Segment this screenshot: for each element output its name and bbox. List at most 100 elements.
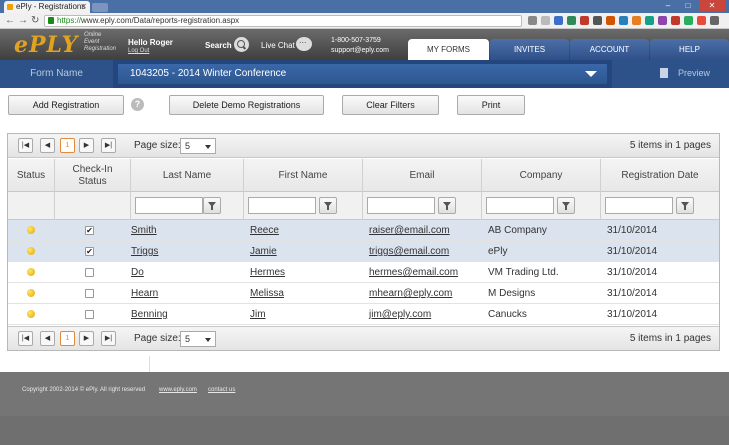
table-row[interactable]: Do Hermes hermes@email.com VM Trading Lt… <box>8 262 719 283</box>
tab-close-icon[interactable]: ✕ <box>80 1 87 13</box>
contact-link[interactable]: contact us <box>208 387 235 393</box>
filter-input-registration-date[interactable] <box>605 197 673 214</box>
close-window-icon[interactable]: ✕ <box>699 0 725 11</box>
last-name-link[interactable]: Smith <box>131 225 157 236</box>
column-header-last-name[interactable]: Last Name <box>131 159 244 192</box>
filter-icon[interactable] <box>319 197 337 214</box>
filter-input-company[interactable] <box>486 197 554 214</box>
extension-icon[interactable] <box>554 16 563 25</box>
page-number[interactable]: 1 <box>60 331 75 346</box>
email-link[interactable]: mhearn@eply.com <box>369 288 452 299</box>
table-row[interactable]: Hearn Melissa mhearn@eply.com M Designs … <box>8 283 719 304</box>
browser-tab[interactable]: ePly - Registrations ✕ <box>4 1 90 13</box>
menu-icon[interactable] <box>710 16 719 25</box>
form-select[interactable]: 1043205 - 2014 Winter Conference <box>118 64 607 84</box>
last-name-link[interactable]: Triggs <box>131 246 158 257</box>
column-header-registration-date[interactable]: Registration Date <box>601 159 719 192</box>
filter-input-first-name[interactable] <box>248 197 316 214</box>
delete-demo-button[interactable]: Delete Demo Registrations <box>169 95 324 115</box>
table-row[interactable]: ✔ Triggs Jamie triggs@email.com ePly 31/… <box>8 241 719 262</box>
clear-filters-button[interactable]: Clear Filters <box>342 95 439 115</box>
chat-icon[interactable] <box>296 35 312 51</box>
back-icon[interactable]: ← <box>5 15 15 27</box>
column-header-status[interactable]: Status <box>8 159 55 192</box>
email-link[interactable]: raiser@email.com <box>369 225 450 236</box>
first-name-link[interactable]: Jamie <box>250 246 277 257</box>
extension-icon[interactable] <box>606 16 615 25</box>
last-name-link[interactable]: Do <box>131 267 144 278</box>
filter-icon[interactable] <box>676 197 694 214</box>
extension-icon[interactable] <box>658 16 667 25</box>
tab-help[interactable]: HELP <box>650 39 729 60</box>
column-header-company[interactable]: Company <box>482 159 601 192</box>
extension-icon[interactable] <box>684 16 693 25</box>
next-page-icon[interactable]: ▶ <box>79 138 94 153</box>
address-bar[interactable]: https://www.eply.com/Data/reports-regist… <box>44 15 522 27</box>
prev-page-icon[interactable]: ◀ <box>40 138 55 153</box>
add-registration-button[interactable]: Add Registration <box>8 95 124 115</box>
reload-icon[interactable]: ↻ <box>31 15 39 27</box>
site-link[interactable]: www.eply.com <box>159 387 197 393</box>
first-page-icon[interactable]: |◀ <box>18 138 33 153</box>
email-link[interactable]: jim@eply.com <box>369 309 431 320</box>
table-row[interactable]: ✔ Smith Reece raiser@email.com AB Compan… <box>8 220 719 241</box>
bookmark-star-icon[interactable] <box>541 16 550 25</box>
support-email[interactable]: support@eply.com <box>331 46 389 56</box>
first-name-link[interactable]: Hermes <box>250 267 285 278</box>
search-label[interactable]: Search <box>205 41 232 50</box>
logout-link[interactable]: Log Out <box>128 48 149 54</box>
checkin-checkbox[interactable] <box>85 268 94 277</box>
last-name-link[interactable]: Hearn <box>131 288 158 299</box>
extension-icon[interactable] <box>697 16 706 25</box>
last-page-icon[interactable]: ▶| <box>101 138 116 153</box>
extension-icon[interactable] <box>619 16 628 25</box>
filter-icon[interactable] <box>438 197 456 214</box>
page-number[interactable]: 1 <box>60 138 75 153</box>
print-button[interactable]: Print <box>457 95 525 115</box>
extension-icon[interactable] <box>580 16 589 25</box>
zoom-icon[interactable] <box>528 16 537 25</box>
maximize-icon[interactable]: □ <box>679 0 697 11</box>
last-page-icon[interactable]: ▶| <box>101 331 116 346</box>
first-name-link[interactable]: Melissa <box>250 288 284 299</box>
first-page-icon[interactable]: |◀ <box>18 331 33 346</box>
email-link[interactable]: hermes@email.com <box>369 267 458 278</box>
email-link[interactable]: triggs@email.com <box>369 246 449 257</box>
last-name-link[interactable]: Benning <box>131 309 168 320</box>
tab-my-forms[interactable]: MY FORMS <box>408 39 489 60</box>
page-size-select[interactable]: 5 <box>180 138 216 154</box>
next-page-icon[interactable]: ▶ <box>79 331 94 346</box>
prev-page-icon[interactable]: ◀ <box>40 331 55 346</box>
live-chat-label[interactable]: Live Chat <box>261 41 295 50</box>
extension-icon[interactable] <box>671 16 680 25</box>
first-name-link[interactable]: Reece <box>250 225 279 236</box>
tab-account[interactable]: ACCOUNT <box>570 39 649 60</box>
extension-icon[interactable] <box>567 16 576 25</box>
help-icon[interactable]: ? <box>131 98 144 111</box>
column-header-first-name[interactable]: First Name <box>244 159 363 192</box>
filter-icon[interactable] <box>203 197 221 214</box>
filter-input-email[interactable] <box>367 197 435 214</box>
table-row[interactable]: Benning Jim jim@eply.com Canucks 31/10/2… <box>8 304 719 325</box>
column-header-checkin[interactable]: Check-In Status <box>55 159 131 192</box>
extension-icon[interactable] <box>593 16 602 25</box>
column-header-email[interactable]: Email <box>363 159 482 192</box>
checkin-checkbox[interactable]: ✔ <box>85 247 94 256</box>
checkin-checkbox[interactable]: ✔ <box>85 226 94 235</box>
new-tab-button[interactable] <box>92 3 108 12</box>
filter-input-last-name[interactable] <box>135 197 203 214</box>
page-size-select[interactable]: 5 <box>180 331 216 347</box>
filter-icon[interactable] <box>557 197 575 214</box>
chevron-down-icon[interactable] <box>585 71 597 77</box>
forward-icon[interactable]: → <box>18 15 28 27</box>
checkin-checkbox[interactable] <box>85 310 94 319</box>
extension-icon[interactable] <box>632 16 641 25</box>
checkin-checkbox[interactable] <box>85 289 94 298</box>
tab-invites[interactable]: INVITES <box>490 39 569 60</box>
first-name-link[interactable]: Jim <box>250 309 266 320</box>
preview-button[interactable]: Preview <box>612 60 729 88</box>
eply-logo[interactable]: ePLY <box>14 32 78 58</box>
search-icon[interactable] <box>234 37 249 52</box>
minimize-icon[interactable]: – <box>659 0 677 11</box>
extension-icon[interactable] <box>645 16 654 25</box>
